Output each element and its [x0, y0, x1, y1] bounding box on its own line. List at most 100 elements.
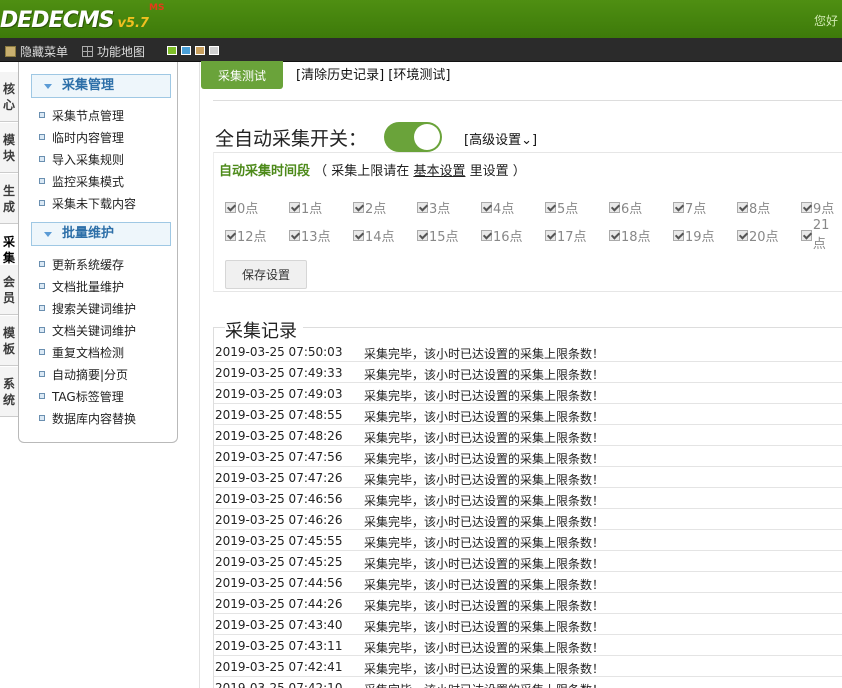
tab-system[interactable]: 系统 [0, 367, 18, 417]
checkbox-icon[interactable] [609, 201, 620, 213]
hide-menu-button[interactable]: 隐藏菜单 [5, 43, 68, 60]
bullet-icon [39, 156, 45, 162]
hour-checkbox[interactable]: 5点 [545, 199, 578, 217]
hour-checkbox[interactable]: 8点 [737, 199, 770, 217]
hour-checkbox[interactable]: 0点 [225, 199, 258, 217]
hour-checkbox[interactable]: 2点 [353, 199, 386, 217]
menu-item[interactable]: TAG标签管理 [39, 387, 124, 405]
record-time: 2019-03-25 07:45:25 [215, 555, 343, 569]
menu-item[interactable]: 导入采集规则 [39, 150, 124, 168]
hour-checkbox[interactable]: 21点 [801, 218, 842, 252]
checkbox-icon[interactable] [289, 201, 300, 213]
auto-collect-toggle[interactable] [384, 122, 442, 152]
menu-item[interactable]: 采集未下载内容 [39, 194, 136, 212]
basic-settings-link[interactable]: 基本设置 [413, 164, 465, 179]
skin-swatch-gray[interactable] [209, 46, 219, 55]
menu-item[interactable]: 文档关键词维护 [39, 321, 136, 339]
checkbox-icon[interactable] [353, 201, 364, 213]
checkbox-icon[interactable] [801, 229, 812, 241]
menu-item[interactable]: 文档批量维护 [39, 277, 124, 295]
menu-group-collect[interactable]: 采集管理 [31, 74, 171, 98]
bullet-icon [39, 283, 45, 289]
hour-checkbox[interactable]: 7点 [673, 199, 706, 217]
checkbox-icon[interactable] [737, 201, 748, 213]
hour-checkbox[interactable]: 6点 [609, 199, 642, 217]
hour-checkbox[interactable]: 12点 [225, 227, 267, 245]
record-time: 2019-03-25 07:46:26 [215, 513, 343, 527]
hour-checkbox[interactable]: 20点 [737, 227, 779, 245]
hour-checkbox[interactable]: 9点 [801, 199, 834, 217]
record-message: 采集完毕，该小时已达设置的采集上限条数！ [364, 431, 605, 445]
checkbox-icon[interactable] [673, 229, 684, 241]
records-title: 采集记录 [225, 317, 303, 343]
checkbox-icon[interactable] [289, 229, 300, 241]
hour-checkbox[interactable]: 19点 [673, 227, 715, 245]
menu-item[interactable]: 更新系统缓存 [39, 255, 124, 273]
record-message: 采集完毕，该小时已达设置的采集上限条数！ [364, 494, 605, 508]
advanced-settings-link[interactable]: [高级设置⌄] [464, 129, 537, 148]
hour-checkbox[interactable]: 1点 [289, 199, 322, 217]
checkbox-icon[interactable] [225, 201, 236, 213]
history-env-links[interactable]: [清除历史记录] [环境测试] [296, 64, 450, 83]
checkbox-icon[interactable] [417, 201, 428, 213]
function-map-button[interactable]: 功能地图 [82, 43, 145, 60]
menu-icon [5, 46, 16, 57]
menu-item[interactable]: 数据库内容替换 [39, 409, 136, 427]
table-row: 2019-03-25 07:46:26 采集完毕，该小时已达设置的采集上限条数！ [214, 509, 842, 530]
hour-checkbox[interactable]: 14点 [353, 227, 395, 245]
checkbox-icon[interactable] [609, 229, 620, 241]
table-row: 2019-03-25 07:47:26 采集完毕，该小时已达设置的采集上限条数！ [214, 467, 842, 488]
menu-group-batch[interactable]: 批量维护 [31, 222, 171, 246]
hour-checkbox[interactable]: 3点 [417, 199, 450, 217]
record-time: 2019-03-25 07:44:56 [215, 576, 343, 590]
grid-icon [82, 46, 93, 57]
tab-core[interactable]: 核心 [0, 72, 18, 122]
menu-item[interactable]: 采集节点管理 [39, 106, 124, 124]
checkbox-icon[interactable] [737, 229, 748, 241]
save-settings-button[interactable]: 保存设置 [225, 260, 307, 289]
auto-collect-label: 全自动采集开关： [215, 128, 368, 150]
hour-checkbox[interactable]: 17点 [545, 227, 587, 245]
hour-checkbox[interactable]: 16点 [481, 227, 523, 245]
record-message: 采集完毕，该小时已达设置的采集上限条数！ [364, 536, 605, 550]
menu-item[interactable]: 自动摘要|分页 [39, 365, 128, 383]
checkbox-icon[interactable] [673, 201, 684, 213]
checkbox-icon[interactable] [481, 201, 492, 213]
chevron-down-icon [44, 84, 52, 89]
table-row: 2019-03-25 07:48:55 采集完毕，该小时已达设置的采集上限条数！ [214, 404, 842, 425]
collect-test-tab[interactable]: 采集测试 [201, 61, 283, 89]
table-row: 2019-03-25 07:49:33 采集完毕，该小时已达设置的采集上限条数！ [214, 362, 842, 383]
menu-item[interactable]: 临时内容管理 [39, 128, 124, 146]
checkbox-icon[interactable] [353, 229, 364, 241]
checkbox-icon[interactable] [225, 229, 236, 241]
bullet-icon [39, 261, 45, 267]
menu-item[interactable]: 搜索关键词维护 [39, 299, 136, 317]
hour-checkbox[interactable]: 18点 [609, 227, 651, 245]
record-message: 采集完毕，该小时已达设置的采集上限条数！ [364, 620, 605, 634]
logo: DEDECMS v5.7 MS [0, 3, 165, 33]
hour-checkbox[interactable]: 4点 [481, 199, 514, 217]
checkbox-icon[interactable] [417, 229, 428, 241]
checkbox-icon[interactable] [545, 229, 556, 241]
tab-generate[interactable]: 生成 [0, 174, 18, 224]
checkbox-icon[interactable] [481, 229, 492, 241]
hour-checkbox[interactable]: 15点 [417, 227, 459, 245]
tab-templates[interactable]: 模板 [0, 316, 18, 366]
skin-swatch-green[interactable] [167, 46, 177, 55]
menu-item[interactable]: 监控采集模式 [39, 172, 124, 190]
menu-item[interactable]: 重复文档检测 [39, 343, 124, 361]
checkbox-icon[interactable] [545, 201, 556, 213]
table-row: 2019-03-25 07:48:26 采集完毕，该小时已达设置的采集上限条数！ [214, 425, 842, 446]
table-row: 2019-03-25 07:45:55 采集完毕，该小时已达设置的采集上限条数！ [214, 530, 842, 551]
table-row: 2019-03-25 07:45:25 采集完毕，该小时已达设置的采集上限条数！ [214, 551, 842, 572]
record-time: 2019-03-25 07:47:26 [215, 471, 343, 485]
checkbox-icon[interactable] [801, 201, 812, 213]
tab-members[interactable]: 会员 [0, 265, 18, 315]
skin-swatch-brown[interactable] [195, 46, 205, 55]
chevron-down-icon [44, 232, 52, 237]
hour-checkbox[interactable]: 13点 [289, 227, 331, 245]
module-tabs: 核心 模块 生成 采集 会员 模板 系统 [0, 62, 18, 688]
tab-modules[interactable]: 模块 [0, 123, 18, 173]
skin-swatch-blue[interactable] [181, 46, 191, 55]
record-message: 采集完毕，该小时已达设置的采集上限条数！ [364, 599, 605, 613]
